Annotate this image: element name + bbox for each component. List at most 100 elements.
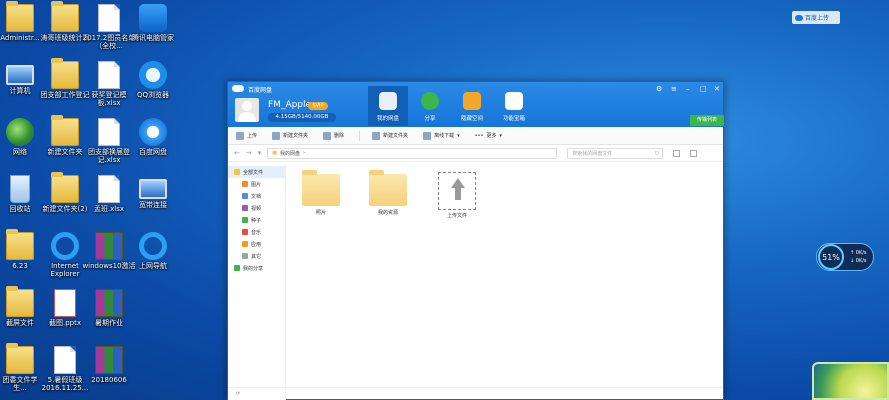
document-icon [242,193,248,199]
maximize-icon[interactable]: □ [700,85,707,93]
breadcrumb[interactable]: ■ 我的网盘 › [267,147,558,159]
folder-icon [6,343,34,374]
desktop-icon[interactable]: QQ浏览器 [124,61,182,99]
tab-my-netdisk[interactable]: 我的网盘 [368,86,408,126]
desktop-icon-label: 宽带连接 [139,201,167,209]
desktop-icon[interactable]: 网络 [0,118,40,156]
speed-ball-widget[interactable]: 51% ↑ 0K/s ↓ 0K/s [816,243,874,271]
file-name: 我的资源 [377,210,398,216]
sync-icon[interactable]: ⟳ [236,391,240,397]
desktop-icon[interactable]: 暑期作业 [80,289,138,327]
broadband-icon [139,179,167,199]
search-input[interactable]: 搜索我的网盘文件 ○ [567,147,664,159]
desktop-icon[interactable]: 百度网盘 [124,118,182,156]
new-folder-icon [372,131,381,140]
sidebar-item[interactable]: 文档 [228,190,285,202]
tab-share[interactable]: 分享 [410,86,450,126]
desktop-icon[interactable]: 腾讯电脑管家 [124,4,182,42]
desktop-icon[interactable]: 团委文件学生... [0,343,40,392]
tab-toolbox[interactable]: 功能宝箱 [494,86,534,126]
folder-item[interactable]: 我的资源 [364,170,412,216]
baidu-upload-widget[interactable]: 百度上传 [792,11,840,24]
settings-icon[interactable]: ⚙ [656,85,662,93]
desktop-icon[interactable]: 截屏文件 [0,286,40,327]
upload-button[interactable]: 上传 [236,131,258,140]
app-title: 百度网盘 [248,87,273,94]
delete-button[interactable]: 删除 [323,131,345,140]
search-icon[interactable]: ○ [655,150,659,156]
share-icon [421,92,439,110]
desktop-icon-label: 回收站 [9,205,31,213]
desktop-icon[interactable]: 计算机 [0,61,40,95]
user-folder-icon [6,1,34,32]
ppt-icon [54,289,76,317]
offline-download-button[interactable]: 离线下载 ▾ [423,131,460,140]
sidebar-item[interactable]: 我的分享 [228,262,285,274]
new-folder-icon [272,131,281,140]
desktop-icon[interactable]: 宽带连接 [124,175,182,209]
upload-file-tile[interactable]: 上传文件 [433,172,481,219]
sidebar-item[interactable]: 图片 [228,178,285,190]
netdisk-icon [379,92,397,110]
more-button[interactable]: ••• 更多 ▾ [474,132,502,140]
desktop-icon[interactable]: 回收站 [0,175,40,213]
document-icon [98,118,120,146]
dropdown-icon[interactable]: ▾ [258,149,262,157]
vip-badge[interactable]: SVIP [308,102,328,110]
desktop-icon[interactable]: Administr... [0,1,40,42]
network-rates: ↑ 0K/s ↓ 0K/s [850,249,867,265]
list-view-icon[interactable] [673,149,681,157]
desktop-icon[interactable]: 6.23 [0,229,40,270]
folder-icon [51,1,79,32]
chevron-right-icon: › [303,150,306,156]
avatar[interactable] [235,98,259,122]
delete-icon [323,131,332,140]
folder-icon [302,170,340,206]
desktop-icon[interactable]: 上网导航 [124,232,182,270]
sidebar-item[interactable]: 音乐 [228,226,285,238]
qq-browser-icon [139,61,167,89]
image-icon [242,181,248,187]
document-icon [98,175,120,203]
folder-icon [51,172,79,203]
desktop-icon-label: QQ浏览器 [136,91,170,99]
toolbar-label: 新建文件夹 [283,133,309,139]
chevron-down-icon: ▾ [499,132,502,139]
sidebar-item[interactable]: 其它 [228,250,285,262]
folder-item[interactable]: 照片 [297,170,345,216]
sidebar-item[interactable]: 种子 [228,214,285,226]
sidebar-item-label: 音乐 [251,229,262,236]
search-placeholder: 搜索我的网盘文件 [572,150,613,157]
toolbar-label: 上传 [247,133,258,139]
transfer-list-button[interactable]: 传输列表 [690,115,724,126]
new-folder-button-2[interactable]: 新建文件夹 [372,131,408,140]
upload-arrow-icon [438,172,476,210]
archive-icon [95,289,123,317]
sidebar-item-label: 图片 [251,181,262,188]
window-header: 百度网盘 FM_Apple SVIP 4.15GB/5140.00GB 我的网盘… [228,82,724,127]
forward-arrow-icon[interactable]: → [246,149,252,157]
app-icon [242,241,248,247]
grid-view-icon[interactable] [690,149,698,157]
username[interactable]: FM_Apple [268,100,311,110]
desktop-icon-label: 计算机 [9,87,31,95]
document-icon [54,346,76,374]
desktop-icon[interactable]: 20180606 [80,346,138,384]
close-icon[interactable]: ✕ [714,85,720,93]
breadcrumb-path[interactable]: 我的网盘 [280,150,300,157]
minimize-icon[interactable]: – [686,85,690,93]
tab-label: 分享 [424,116,436,122]
new-folder-button[interactable]: 新建文件夹 [272,131,309,140]
toolbar-label: 删除 [334,133,345,139]
sidebar-item[interactable]: 视频 [228,202,285,214]
more-icon: ••• [474,132,484,139]
sidebar-item[interactable]: 应用 [228,238,285,250]
ie-icon [139,232,167,260]
folder-icon [51,58,79,89]
toolbar: 上传 新建文件夹 删除 新建文件夹 离线下载 ▾ ••• 更多 ▾ [228,127,723,145]
sidebar-item[interactable]: 全部文件 [228,166,285,178]
tab-hidden-space[interactable]: 隐藏空间 [452,86,492,126]
back-arrow-icon[interactable]: ← [234,149,240,157]
menu-icon[interactable]: ≡ [671,85,677,93]
file-area: 照片 我的资源 上传文件 [287,164,723,387]
